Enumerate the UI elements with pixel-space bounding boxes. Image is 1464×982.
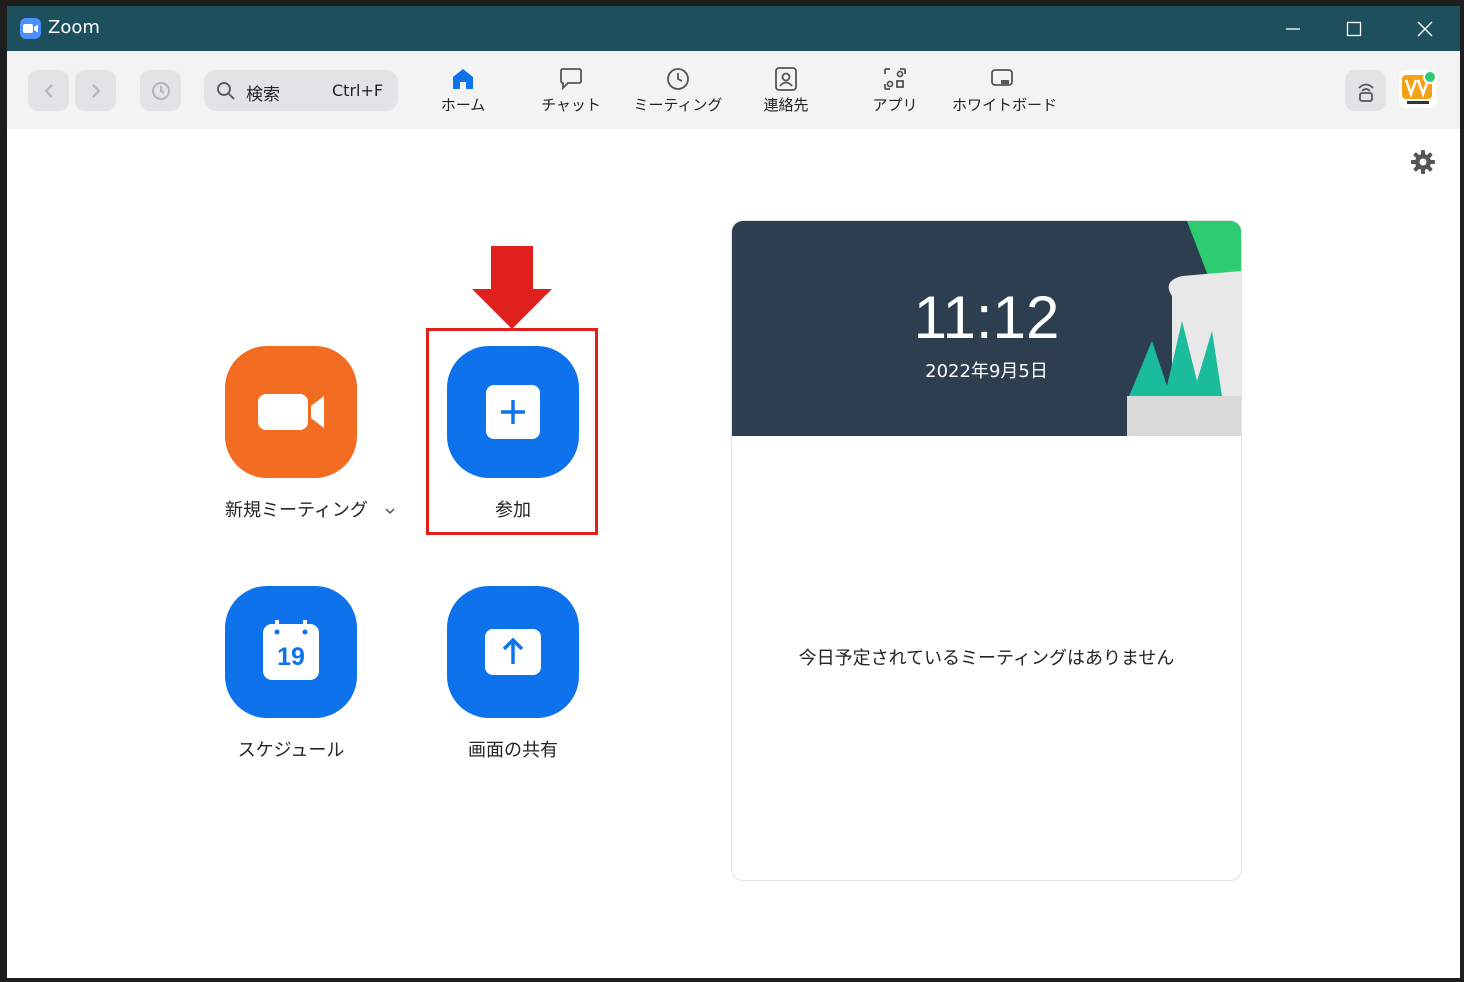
back-button[interactable] xyxy=(28,70,69,111)
settings-button[interactable] xyxy=(1410,149,1436,179)
tab-whiteboard[interactable]: ホワイトボード xyxy=(952,66,1058,118)
tab-home[interactable]: ホーム xyxy=(413,66,513,118)
chevron-left-icon xyxy=(44,83,53,98)
search-icon xyxy=(217,82,235,100)
cast-button[interactable] xyxy=(1345,70,1386,111)
minimize-button[interactable] xyxy=(1258,6,1328,51)
top-toolbar: 検索 Ctrl+F ホーム チャット ミーティング 連絡先 アプリ ホワイトボー… xyxy=(7,51,1460,129)
new-meeting-button[interactable] xyxy=(225,346,357,478)
window-title: Zoom xyxy=(48,17,100,38)
tab-chat[interactable]: チャット xyxy=(521,66,621,118)
new-meeting-action[interactable]: 新規ミーティング xyxy=(225,346,395,522)
schedule-label: スケジュール xyxy=(237,740,345,761)
tab-chat-label: チャット xyxy=(541,96,601,114)
whiteboard-icon xyxy=(991,69,1013,86)
maximize-button[interactable] xyxy=(1319,6,1389,51)
meetings-card: 11:12 2022年9月5日 今日予定されているミーティングはありません xyxy=(731,220,1242,881)
tab-meetings[interactable]: ミーティング xyxy=(628,66,728,118)
tab-apps-label: アプリ xyxy=(872,96,918,114)
history-button[interactable] xyxy=(140,70,181,111)
schedule-action[interactable]: 19 スケジュール xyxy=(225,586,357,762)
video-camera-icon xyxy=(258,394,324,430)
join-highlight-box xyxy=(426,328,598,535)
history-icon xyxy=(151,81,170,100)
share-screen-action[interactable]: 画面の共有 xyxy=(447,586,579,762)
online-status-dot xyxy=(1423,70,1437,84)
tab-contacts[interactable]: 連絡先 xyxy=(736,66,836,118)
zoom-window: Zoom 検索 Ctrl+F ホーム チャット ミーティング 連絡先 アプリ ホ… xyxy=(7,6,1460,978)
chevron-down-icon[interactable] xyxy=(384,506,396,516)
new-meeting-label: 新規ミーティング xyxy=(225,500,368,521)
tab-apps[interactable]: アプリ xyxy=(845,66,945,118)
gear-icon xyxy=(1411,150,1435,174)
tab-home-label: ホーム xyxy=(440,96,486,114)
clock-icon xyxy=(667,68,689,90)
cast-icon xyxy=(1357,83,1374,102)
title-bar: Zoom xyxy=(7,6,1460,51)
search-label: 検索 xyxy=(246,85,280,105)
current-time: 11:12 xyxy=(913,284,1060,351)
zoom-logo-icon xyxy=(20,18,41,39)
forward-button[interactable] xyxy=(75,70,116,111)
upload-arrow-icon xyxy=(485,629,541,675)
share-screen-label: 画面の共有 xyxy=(468,740,558,761)
avatar[interactable] xyxy=(1399,70,1437,108)
clock-banner: 11:12 2022年9月5日 xyxy=(732,221,1241,436)
chevron-right-icon xyxy=(91,83,100,98)
calendar-day: 19 xyxy=(277,643,305,671)
apps-icon xyxy=(884,68,906,90)
share-screen-button[interactable] xyxy=(447,586,579,718)
tab-whiteboard-label: ホワイトボード xyxy=(952,96,1058,114)
tab-meetings-label: ミーティング xyxy=(633,96,723,114)
search-box[interactable]: 検索 Ctrl+F xyxy=(204,70,398,111)
contacts-icon xyxy=(775,67,797,91)
home-icon xyxy=(453,69,473,89)
red-arrow-icon xyxy=(472,246,552,329)
close-button[interactable] xyxy=(1390,6,1460,51)
tab-contacts-label: 連絡先 xyxy=(763,96,809,114)
no-meetings-message: 今日予定されているミーティングはありません xyxy=(798,648,1175,669)
chat-icon xyxy=(560,68,582,91)
current-date: 2022年9月5日 xyxy=(925,361,1048,382)
search-shortcut: Ctrl+F xyxy=(332,81,384,100)
schedule-button[interactable]: 19 xyxy=(225,586,357,718)
